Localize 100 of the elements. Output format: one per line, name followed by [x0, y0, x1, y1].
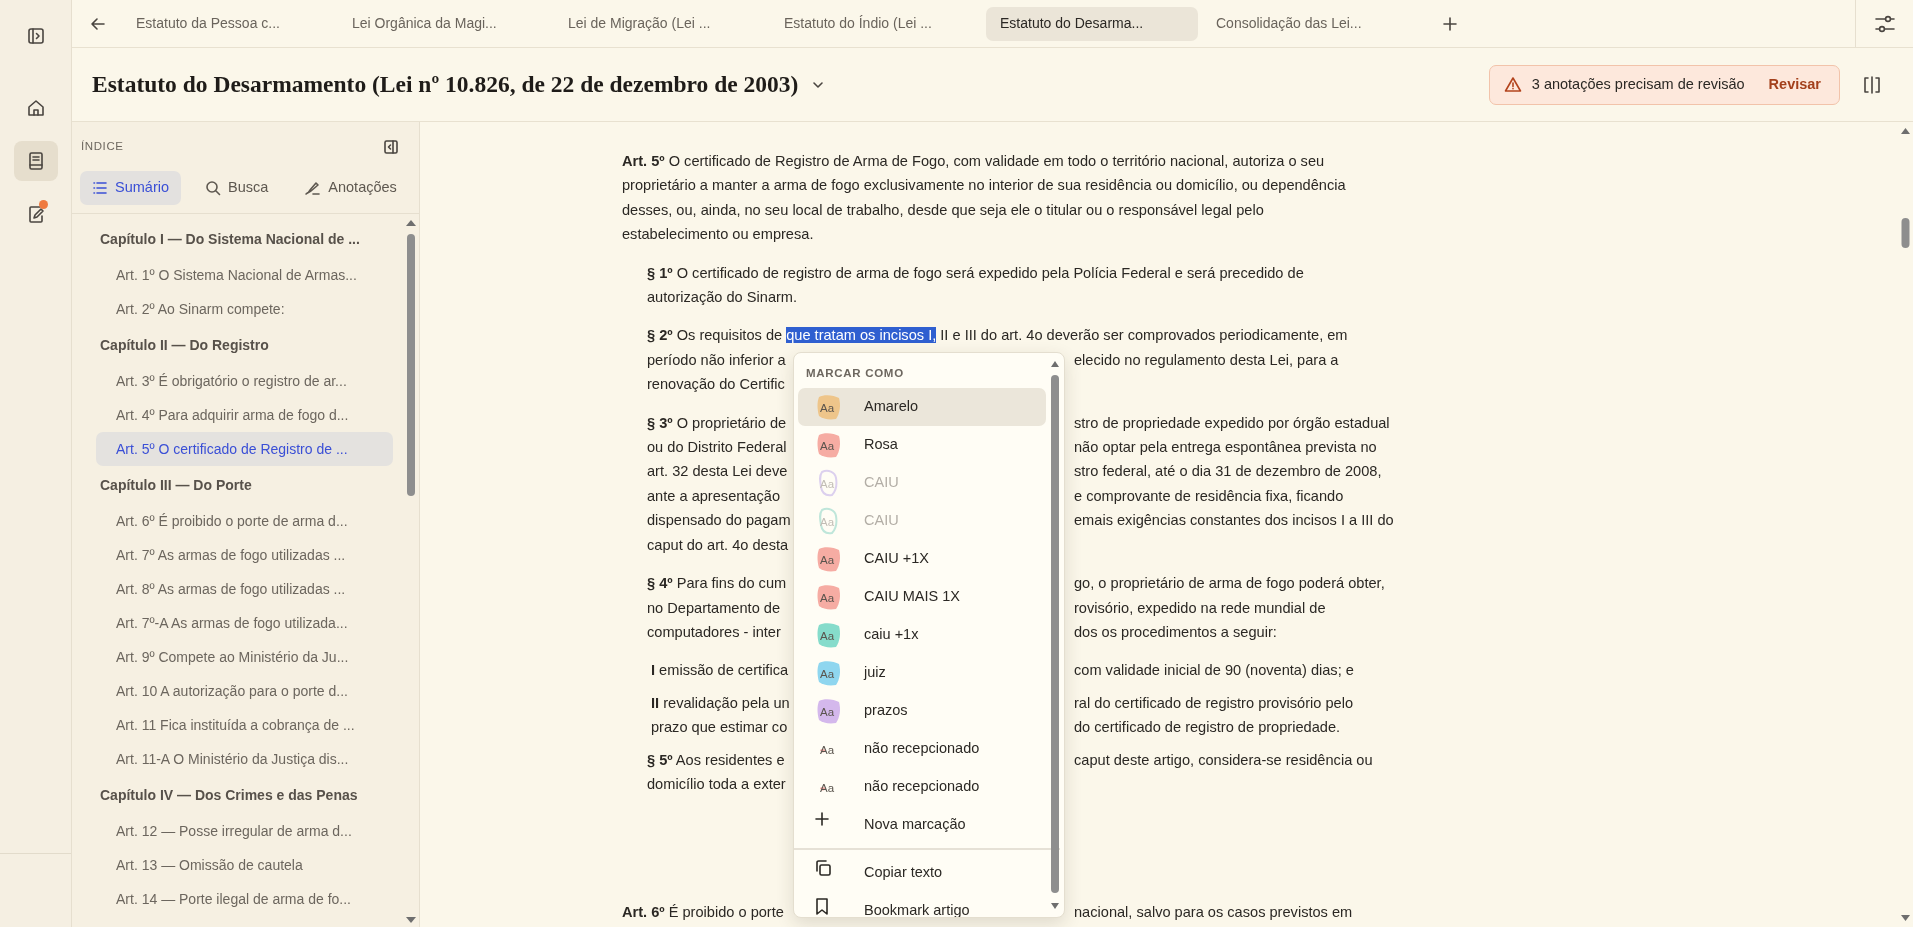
mark-label: CAIU +1X — [864, 549, 929, 569]
paragraph-text: § 1º O certificado de registro de arma de fogo será expedido pela Polícia Federal e será precedido de autorização do Sinarm. — [647, 263, 1305, 308]
swatch-sample: Aa — [820, 629, 835, 644]
list-icon — [92, 180, 108, 196]
text-fragment: domicílio toda a exter — [647, 774, 787, 794]
text-fragment: stro federal, até o dia 31 de dezembro de 2008, — [1074, 462, 1383, 482]
mark-option[interactable]: Aa juiz — [798, 654, 1046, 693]
swatch-sample: Aa — [820, 401, 835, 416]
mark-label: CAIU — [864, 511, 899, 531]
article-link[interactable]: Art. 9º Compete ao Ministério da Ju... — [96, 640, 393, 674]
swatch-sample: Aa — [820, 667, 835, 682]
document-tab[interactable]: Consolidação das Lei... — [1202, 6, 1414, 41]
swatch-sample: Aa — [820, 477, 835, 492]
text-fragment: ou do Distrito Federal — [647, 438, 788, 458]
chapter-heading: Capítulo I — Do Sistema Nacional de ... — [99, 230, 361, 249]
swatch-sample: Aa — [820, 743, 835, 758]
pen-icon — [304, 180, 322, 196]
text-fragment: I emissão de certifica — [651, 661, 790, 681]
document-tab[interactable]: Estatuto da Pessoa c... — [122, 6, 334, 41]
chapter-heading: Capítulo III — Do Porte — [99, 476, 253, 495]
swatch-sample: Aa — [820, 439, 835, 454]
article-link[interactable]: Art. 8º As armas de fogo utilizadas ... — [96, 572, 393, 606]
text-fragment: e comprovante de residência fixa, ficando — [1074, 486, 1345, 506]
article-link[interactable]: Art. 6º É proibido o porte de arma d... — [96, 504, 393, 538]
paragraph-text: Art. 5º O certificado de Registro de Arma de Fogo, com validade em todo o território nacional, autoriza o seu proprietário a manter a arma de fogo exclusivamente no interior de sua residência ou domicílio, ou dependência desses, ou, ainda, no seu local de trabalho, desde que seja ele o titular ou o responsável legal pelo estabelecimento ou empresa. — [622, 152, 1347, 245]
text-fragment: § 5º Aos residentes e — [647, 750, 786, 770]
alert-message: 3 anotações precisam de revisão — [1531, 74, 1745, 94]
copy-text-button[interactable]: Copiar texto — [798, 854, 1046, 893]
article-link[interactable]: Art. 3º É obrigatório o registro de ar... — [96, 364, 393, 398]
text-fragment: go, o proprietário de arma de fogo poderá obter, — [1074, 574, 1386, 594]
document-tab[interactable]: Estatuto do Desarma... — [986, 6, 1198, 41]
index-mode-tab[interactable]: Busca — [193, 171, 281, 205]
mark-option[interactable]: Aa caiu +1x — [798, 616, 1046, 655]
mark-label: CAIU — [864, 473, 899, 493]
mark-label: prazos — [864, 701, 908, 721]
document-button[interactable] — [13, 141, 58, 181]
text-fragment: nacional, salvo para os casos previstos em — [1074, 903, 1354, 923]
mark-label: Rosa — [864, 435, 898, 455]
mark-label: juiz — [864, 663, 886, 683]
article-link[interactable]: Art. 7º-A As armas de fogo utilizada... — [96, 606, 393, 640]
mark-label: caiu +1x — [864, 625, 919, 645]
mark-option[interactable]: Aa Rosa — [798, 426, 1046, 465]
text-fragment: do certificado de registro de propriedade. — [1074, 718, 1342, 738]
text-fragment: no Departamento de — [647, 598, 782, 618]
chapter-heading: Capítulo II — Do Registro — [99, 336, 270, 355]
text-fragment: caput do art. 4o desta — [647, 535, 790, 555]
mark-option[interactable]: Aa prazos — [798, 692, 1046, 731]
notification-dot — [38, 200, 48, 209]
text-fragment: computadores - inter — [647, 622, 782, 642]
review-button[interactable]: Revisar — [1754, 73, 1821, 96]
home-icon — [25, 98, 46, 118]
article-link[interactable]: Art. 13 — Omissão de cautela — [96, 848, 393, 882]
sidebar-toggle-icon — [26, 27, 45, 45]
text-fragment: § 3º O proprietário de — [647, 413, 788, 433]
document-tab[interactable]: Lei Orgânica da Magi... — [338, 6, 550, 41]
document-tab[interactable]: Estatuto do Índio (Lei ... — [770, 6, 982, 41]
text-fragment: elecido no regulamento desta Lei, para a — [1074, 350, 1340, 370]
article-link[interactable]: Art. 10 A autorização para o porte d... — [96, 674, 393, 708]
mark-option[interactable]: Aa Amarelo — [798, 388, 1046, 427]
index-heading: ÍNDICE — [81, 139, 124, 155]
document-title: Estatuto do Desarmamento (Lei nº 10.826, de 22 de dezembro de 2003) — [92, 70, 799, 99]
text-fragment: emais exigências constantes dos incisos I a III do — [1074, 511, 1395, 531]
mark-label: não recepcionado — [864, 777, 980, 797]
chapter-heading: Capítulo IV — Dos Crimes e das Penas — [99, 786, 359, 805]
text-fragment: período não inferior a — [647, 350, 787, 370]
article-link[interactable]: Art. 11 Fica instituída a cobrança de ... — [96, 708, 393, 742]
mark-option[interactable]: Aa não recepcionado — [798, 768, 1046, 807]
text-fragment: dispensado do pagam — [647, 511, 792, 531]
search-icon — [205, 180, 221, 196]
copy-icon — [814, 859, 832, 878]
new-mark-button[interactable]: Nova marcação — [798, 806, 1046, 845]
text-fragment: Art. 6º É proibido o porte — [622, 903, 785, 923]
index-mode-tab[interactable]: Sumário — [80, 171, 181, 205]
text-fragment: II revalidação pela un — [651, 693, 791, 713]
article-link[interactable]: Art. 5º O certificado de Registro de ... — [96, 432, 393, 466]
mark-option[interactable]: Aa não recepcionado — [798, 730, 1046, 769]
bookmark-icon — [814, 897, 830, 916]
mark-label: não recepcionado — [864, 739, 980, 759]
index-mode-tab[interactable]: Anotações — [292, 171, 409, 205]
swatch-sample: Aa — [820, 553, 835, 568]
mark-option[interactable]: Aa CAIU MAIS 1X — [798, 578, 1046, 617]
collapse-panel-icon — [383, 139, 399, 155]
plus-icon — [814, 811, 830, 828]
text-fragment: stro de propriedade expedido por órgão estadual — [1074, 413, 1391, 433]
article-link[interactable]: Art. 2º Ao Sinarm compete: — [96, 292, 393, 326]
article-link[interactable]: Art. 11-A O Ministério da Justiça dis... — [96, 742, 393, 776]
article-link[interactable]: Art. 7º As armas de fogo utilizadas ... — [96, 538, 393, 572]
document-tab[interactable]: Lei de Migração (Lei ... — [554, 6, 766, 41]
text-fragment: caput deste artigo, considera-se residência ou — [1074, 750, 1374, 770]
mark-option[interactable]: Aa CAIU +1X — [798, 540, 1046, 579]
article-link[interactable]: Art. 1º O Sistema Nacional de Armas... — [96, 258, 393, 292]
mark-label: CAIU MAIS 1X — [864, 587, 960, 607]
article-link[interactable]: Art. 14 — Porte ilegal de arma de fo... — [96, 882, 393, 916]
article-link[interactable]: Art. 4º Para adquirir arma de fogo d... — [96, 398, 393, 432]
swatch-sample: Aa — [820, 591, 835, 606]
text-fragment: renovação do Certific — [647, 375, 786, 395]
text-fragment: ral do certificado de registro provisório pelo — [1074, 693, 1355, 713]
text-fragment: § 4º Para fins do cum — [647, 574, 788, 594]
text-fragment: dos os procedimentos a seguir: — [1074, 622, 1278, 642]
article-link[interactable]: Art. 12 — Posse irregular de arma d... — [96, 814, 393, 848]
